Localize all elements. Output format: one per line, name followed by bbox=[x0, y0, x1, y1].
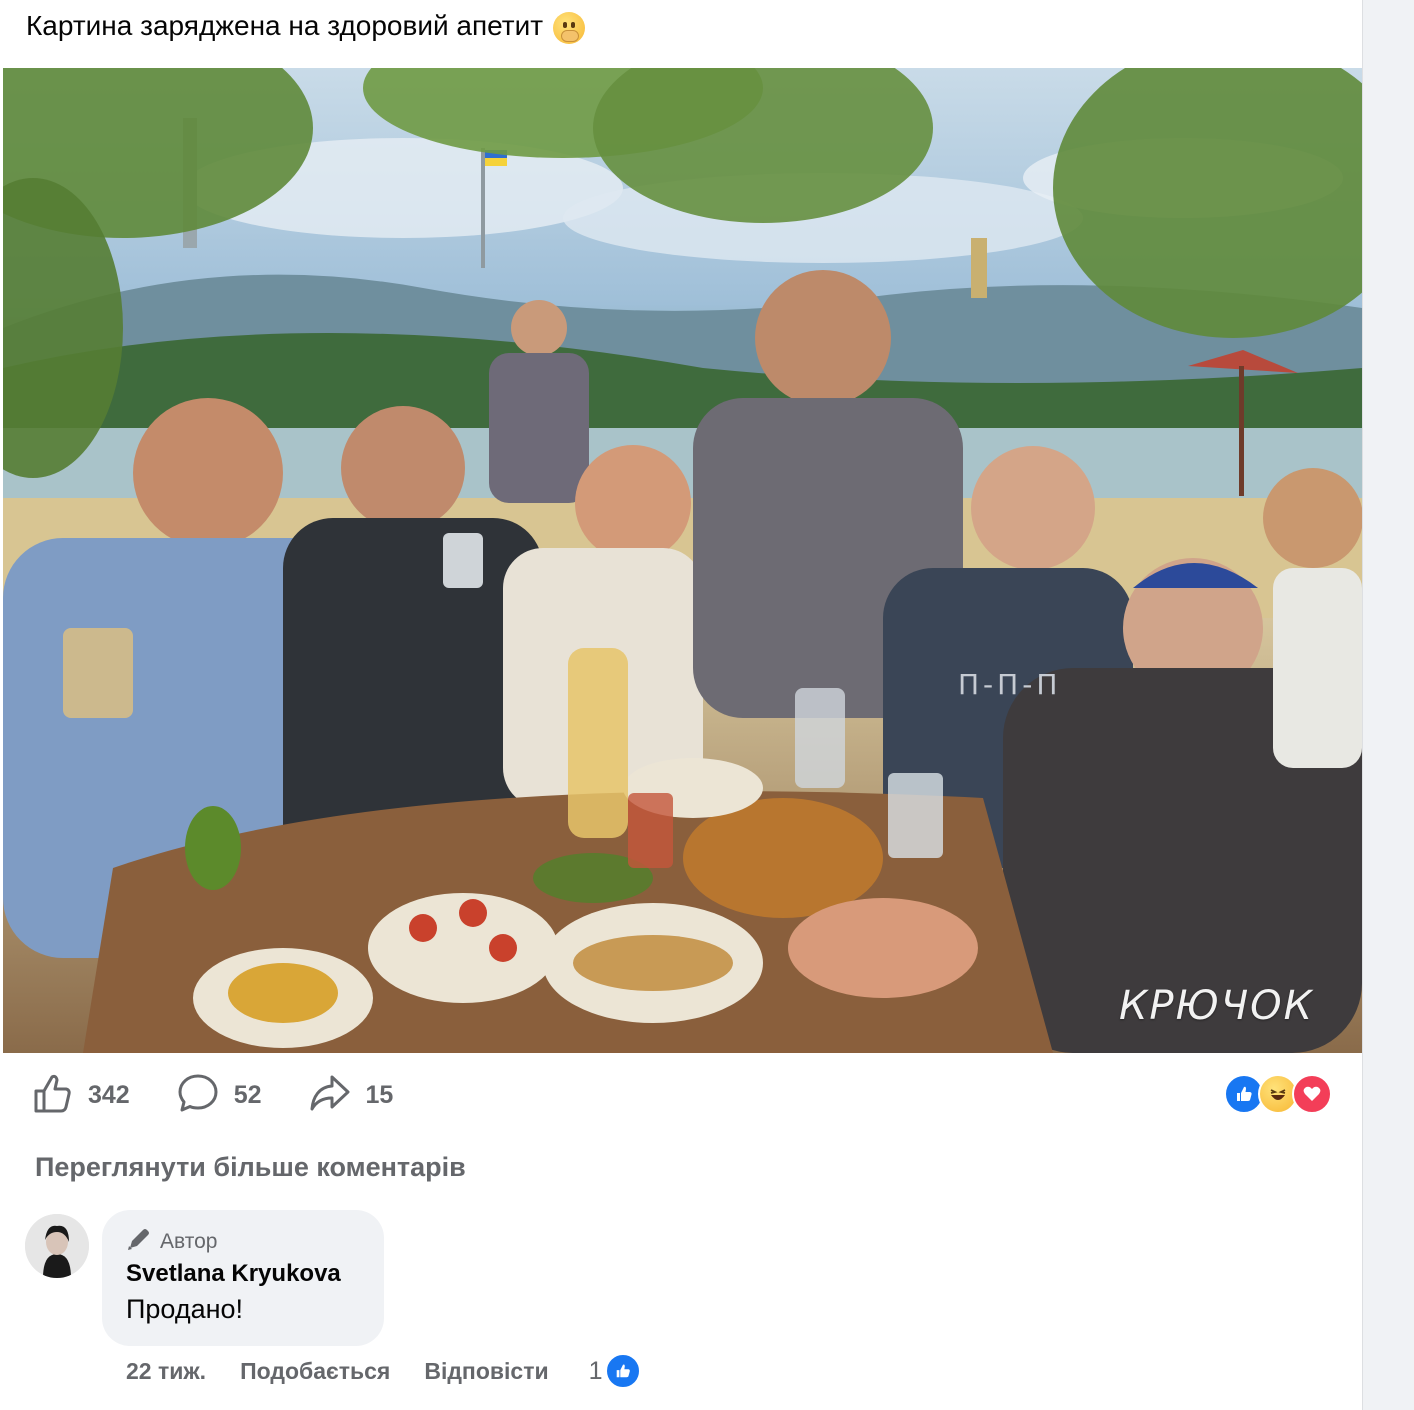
share-count: 15 bbox=[365, 1080, 394, 1109]
commenter-avatar[interactable] bbox=[25, 1214, 89, 1278]
like-button[interactable]: 342 bbox=[30, 1071, 130, 1120]
share-button[interactable]: 15 bbox=[308, 1071, 394, 1120]
commenter-name[interactable]: Svetlana Kryukova bbox=[126, 1260, 341, 1288]
comment-timestamp[interactable]: 22 тиж. bbox=[126, 1358, 206, 1385]
shirt-lettering: П-П-П bbox=[958, 668, 1062, 701]
post-image[interactable]: П-П-П КРЮЧОК bbox=[3, 68, 1362, 1053]
post-caption: Картина заряджена на здоровий апетит bbox=[26, 10, 544, 41]
face-with-hand-over-mouth-emoji bbox=[553, 12, 586, 44]
heart-reaction-icon bbox=[1292, 1074, 1332, 1114]
comment-reaction-count[interactable]: 1 bbox=[589, 1353, 641, 1389]
author-badge-label: Автор bbox=[160, 1230, 218, 1253]
comment-like-button[interactable]: Подобається bbox=[240, 1358, 390, 1385]
author-badge: Автор bbox=[126, 1226, 217, 1258]
post-actions-bar: 342 52 15 bbox=[30, 1070, 393, 1120]
artist-signature: КРЮЧОК bbox=[1118, 983, 1314, 1029]
comment-bubble: Автор Svetlana Kryukova Продано! bbox=[102, 1210, 384, 1346]
post-text: Картина заряджена на здоровий апетит bbox=[26, 8, 586, 44]
share-arrow-icon bbox=[308, 1071, 352, 1120]
reaction-summary[interactable] bbox=[1224, 1074, 1332, 1114]
comment-count: 52 bbox=[233, 1080, 262, 1109]
comment-reply-button[interactable]: Відповісти bbox=[424, 1358, 548, 1385]
thumbs-up-icon bbox=[30, 1071, 74, 1120]
like-reaction-icon bbox=[604, 1353, 641, 1389]
comment-text: Продано! bbox=[126, 1294, 244, 1324]
view-more-comments-link[interactable]: Переглянути більше коментарів bbox=[35, 1152, 466, 1183]
pencil-icon bbox=[126, 1226, 152, 1258]
like-count: 342 bbox=[88, 1080, 130, 1109]
comment-bubble-icon bbox=[176, 1071, 220, 1120]
post-card: Картина заряджена на здоровий апетит П-П… bbox=[0, 0, 1363, 1410]
painting-illustration bbox=[3, 68, 1362, 1053]
comment-meta: 22 тиж. Подобається Відповісти 1 bbox=[126, 1353, 641, 1389]
comment-button[interactable]: 52 bbox=[176, 1071, 262, 1120]
comment-like-count: 1 bbox=[588, 1356, 603, 1385]
